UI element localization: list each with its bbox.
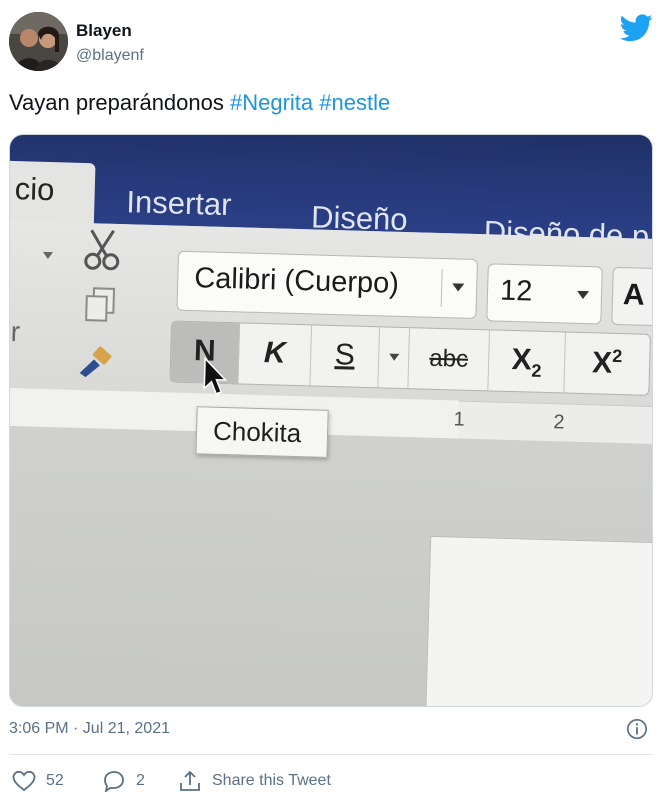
font-size-select: 12 — [486, 263, 603, 325]
font-size-value: 12 — [499, 274, 533, 308]
ruler-number-1: 1 — [453, 408, 465, 431]
tab-insertar: Insertar — [125, 184, 233, 223]
reply-count: 2 — [136, 772, 145, 789]
paste-dropdown-icon — [42, 251, 54, 260]
chevron-down-icon — [388, 353, 399, 361]
user-handle[interactable]: @blayenf — [76, 47, 144, 65]
like-count: 52 — [46, 772, 64, 789]
copy-icon — [83, 286, 118, 330]
tweet-timestamp[interactable]: 3:06 PM · Jul 21, 2021 — [9, 720, 170, 738]
share-icon — [180, 770, 200, 791]
font-name-value: Calibri (Cuerpo) — [193, 262, 400, 300]
strikethrough-button: abc — [408, 328, 491, 391]
mouse-cursor-icon — [203, 356, 228, 395]
footer-divider — [9, 754, 653, 755]
hashtag-negrita[interactable]: #Negrita — [230, 90, 313, 115]
heart-icon — [12, 770, 36, 792]
superscript-2: 2 — [612, 345, 623, 367]
chevron-down-icon — [452, 283, 465, 292]
underline-dropdown — [378, 327, 411, 389]
info-icon[interactable] — [626, 718, 648, 740]
superscript-button: X2 — [564, 333, 650, 395]
grow-font-button: A — [611, 266, 652, 327]
avatar[interactable] — [9, 12, 68, 71]
reply-icon — [104, 771, 124, 792]
scissors-icon — [82, 228, 123, 276]
format-painter-icon — [75, 343, 116, 385]
like-button[interactable]: 52 — [12, 768, 64, 794]
subscript-button: X2 — [488, 330, 566, 393]
tooltip: Chokita — [195, 406, 329, 458]
superscript-x: X — [591, 346, 613, 380]
reply-button[interactable]: 2 — [102, 768, 145, 794]
document-page — [424, 535, 652, 706]
tweet-body: Vayan preparándonos — [9, 90, 230, 115]
ruler-number-2: 2 — [553, 411, 565, 434]
subscript-x: X — [511, 343, 533, 377]
share-button[interactable]: Share this Tweet — [178, 768, 331, 794]
underline-button: S — [310, 325, 381, 388]
paste-label-fragment: r — [10, 316, 21, 348]
tweet-photo[interactable]: cio Insertar Diseño Diseño de p r Calibr… — [9, 134, 653, 707]
twitter-bird-icon[interactable] — [620, 14, 653, 42]
hashtag-nestle[interactable]: #nestle — [319, 90, 390, 115]
chevron-down-icon — [576, 290, 590, 300]
photo-content: cio Insertar Diseño Diseño de p r Calibr… — [10, 135, 652, 706]
font-name-select: Calibri (Cuerpo) — [176, 250, 478, 320]
tweet-text: Vayan preparándonos #Negrita #nestle — [9, 90, 390, 116]
display-name[interactable]: Blayen — [76, 21, 132, 41]
font-select-divider — [440, 269, 443, 308]
subscript-2: 2 — [531, 360, 542, 381]
share-label: Share this Tweet — [212, 772, 331, 789]
tab-inicio: cio — [14, 171, 55, 208]
tweet-card: Blayen @blayenf Vayan preparándonos #Neg… — [0, 0, 668, 808]
italic-button: K — [238, 323, 313, 386]
